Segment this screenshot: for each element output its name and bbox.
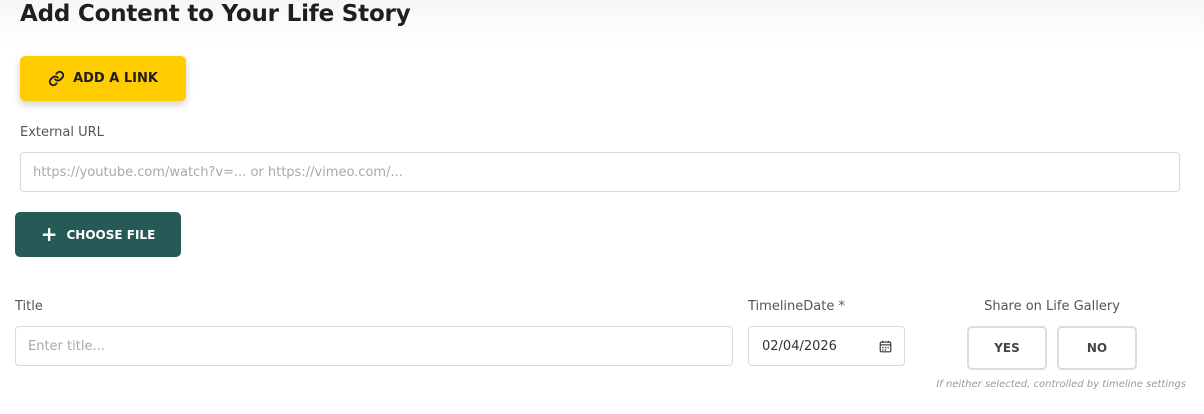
add-link-button[interactable]: ADD A LINK	[20, 56, 186, 101]
calendar-icon[interactable]	[879, 340, 892, 353]
share-hint-text: If neither selected, controlled by timel…	[936, 379, 1186, 390]
add-link-label: ADD A LINK	[73, 71, 158, 86]
external-url-label: External URL	[20, 125, 104, 140]
add-content-form: Add Content to Your Life Story ADD A LIN…	[0, 0, 1204, 414]
timeline-date-label: TimelineDate *	[748, 299, 845, 314]
page-title: Add Content to Your Life Story	[20, 1, 411, 27]
title-input[interactable]	[15, 326, 733, 366]
choose-file-button[interactable]: + CHOOSE FILE	[15, 212, 181, 257]
timeline-date-value: 02/04/2026	[762, 338, 837, 354]
share-yes-button[interactable]: YES	[967, 326, 1047, 370]
timeline-date-input[interactable]: 02/04/2026	[748, 326, 905, 366]
external-url-input[interactable]	[20, 152, 1180, 192]
choose-file-label: CHOOSE FILE	[66, 227, 156, 242]
share-gallery-label: Share on Life Gallery	[984, 299, 1120, 314]
title-label: Title	[15, 299, 43, 314]
share-no-button[interactable]: NO	[1057, 326, 1137, 370]
link-icon	[48, 70, 65, 87]
plus-icon: +	[40, 221, 58, 246]
